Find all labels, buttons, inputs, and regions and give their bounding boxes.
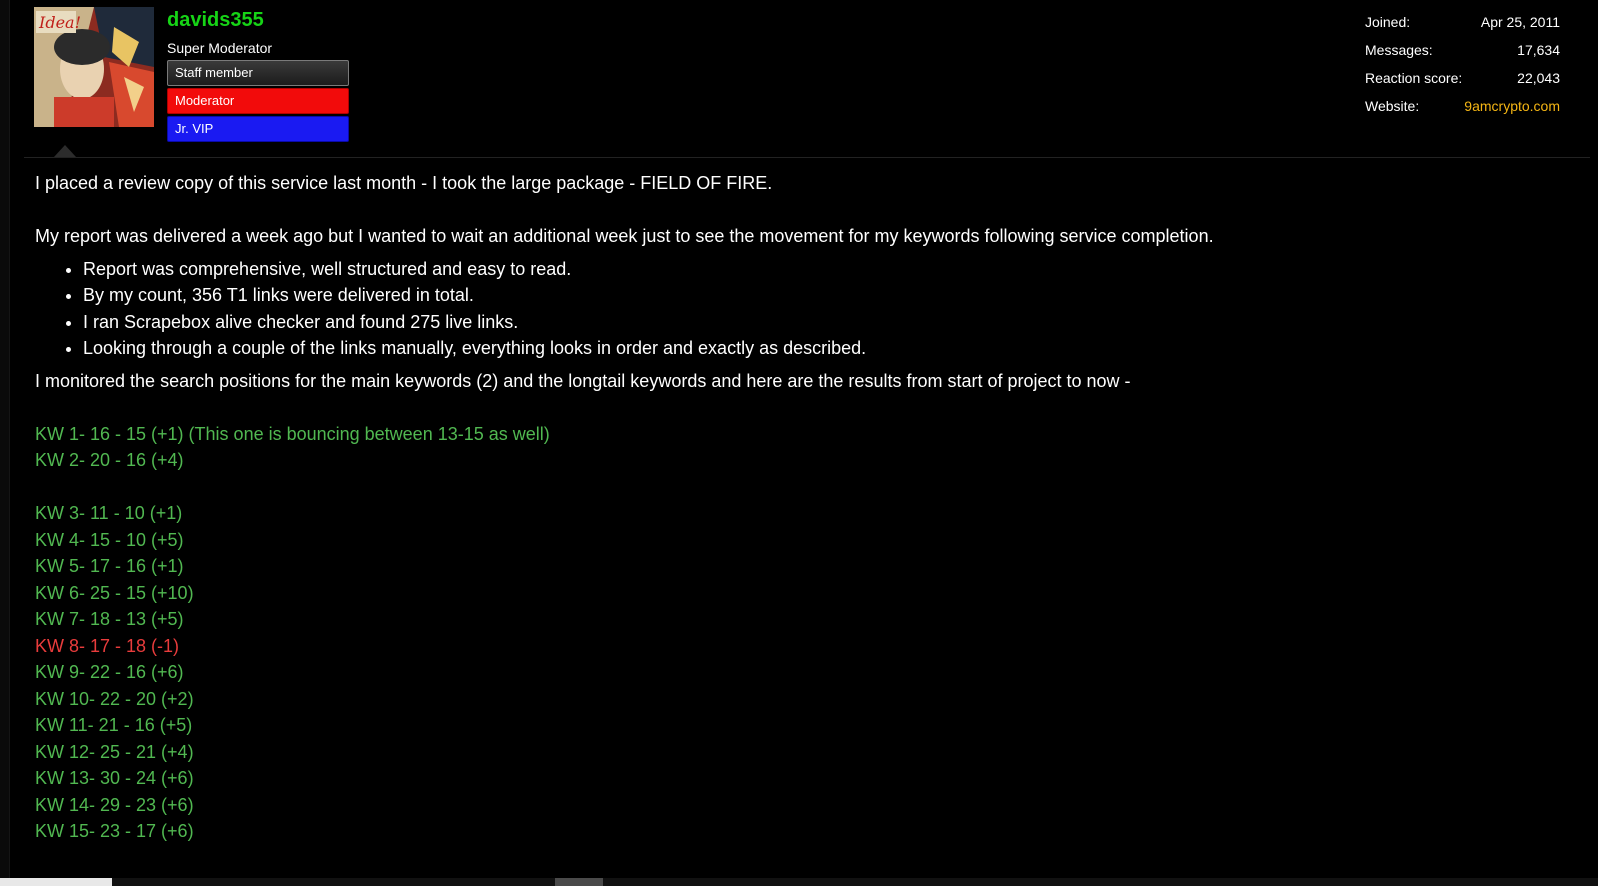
keyword-line: KW 11- 21 - 16 (+5) [35, 715, 193, 735]
user-avatar[interactable]: Idea! [34, 7, 154, 127]
reaction-score-label: Reaction score: [1365, 70, 1463, 86]
bullet-item: Report was comprehensive, well structure… [83, 256, 1575, 283]
keyword-line: KW 2- 20 - 16 (+4) [35, 450, 184, 470]
keyword-line: KW 3- 11 - 10 (+1) [35, 503, 183, 523]
keyword-line: KW 7- 18 - 13 (+5) [35, 609, 184, 629]
keyword-line: KW 1- 16 - 15 (+1) (This one is bouncing… [35, 423, 550, 444]
keyword-line: KW 13- 30 - 24 (+6) [35, 768, 194, 788]
moderator-banner: Moderator [167, 88, 349, 114]
review-bullet-list: Report was comprehensive, well structure… [35, 256, 1575, 362]
message-user-header: Idea! davids355 Super Moderator Staff me… [0, 0, 1598, 158]
user-title: Super Moderator [167, 40, 273, 56]
post-paragraph-1: I placed a review copy of this service l… [35, 173, 773, 193]
messages-label: Messages: [1365, 42, 1433, 58]
jr-vip-banner: Jr. VIP [167, 116, 349, 142]
reaction-score-row: Reaction score: 22,043 [1365, 68, 1560, 96]
keyword-line: KW 4- 15 - 10 (+5) [35, 529, 184, 550]
username-link[interactable]: davids355 [167, 8, 349, 32]
bullet-item: Looking through a couple of the links ma… [83, 335, 1575, 362]
avatar-image: Idea! [34, 7, 154, 127]
forum-post-page: Idea! davids355 Super Moderator Staff me… [0, 0, 1598, 886]
joined-label: Joined: [1365, 14, 1411, 30]
website-link[interactable]: 9amcrypto.com [1464, 96, 1560, 124]
post-paragraph-3: I monitored the search positions for the… [35, 370, 1131, 391]
messages-row: Messages: 17,634 [1365, 40, 1560, 68]
website-row: Website: 9amcrypto.com [1365, 96, 1560, 124]
scrollbar-track-highlight [0, 878, 112, 886]
keyword-line: KW 12- 25 - 21 (+4) [35, 741, 194, 762]
keyword-line: KW 6- 25 - 15 (+10) [35, 582, 194, 603]
bullet-item: By my count, 356 T1 links were delivered… [83, 282, 1575, 309]
message-arrow [54, 145, 76, 157]
joined-value: Apr 25, 2011 [1480, 14, 1560, 30]
scrollbar-thumb[interactable] [555, 878, 603, 886]
reaction-score-value: 22,043 [1517, 70, 1560, 86]
keyword-line: KW 5- 17 - 16 (+1) [35, 556, 184, 576]
header-divider [24, 157, 1590, 158]
messages-value: 17,634 [1517, 42, 1560, 58]
keyword-line-negative: KW 8- 17 - 18 (-1) [35, 635, 180, 656]
bullet-item: I ran Scrapebox alive checker and found … [83, 309, 1575, 336]
keyword-line: KW 9- 22 - 16 (+6) [35, 662, 184, 682]
horizontal-scrollbar[interactable] [0, 878, 1598, 886]
keyword-line: KW 10- 22 - 20 (+2) [35, 688, 194, 709]
staff-member-banner: Staff member [167, 60, 349, 86]
avatar-logo-text: Idea! [38, 13, 81, 32]
message-body: I placed a review copy of this service l… [35, 170, 1575, 845]
user-details: davids355 Super Moderator Staff member M… [167, 8, 349, 142]
keyword-line: KW 15- 23 - 17 (+6) [35, 821, 194, 841]
user-extras: Joined: Apr 25, 2011 Messages: 17,634 Re… [1365, 12, 1560, 124]
joined-row: Joined: Apr 25, 2011 [1365, 12, 1560, 40]
website-label: Website: [1365, 98, 1420, 114]
post-paragraph-2: My report was delivered a week ago but I… [35, 226, 1214, 246]
keyword-line: KW 14- 29 - 23 (+6) [35, 794, 194, 815]
